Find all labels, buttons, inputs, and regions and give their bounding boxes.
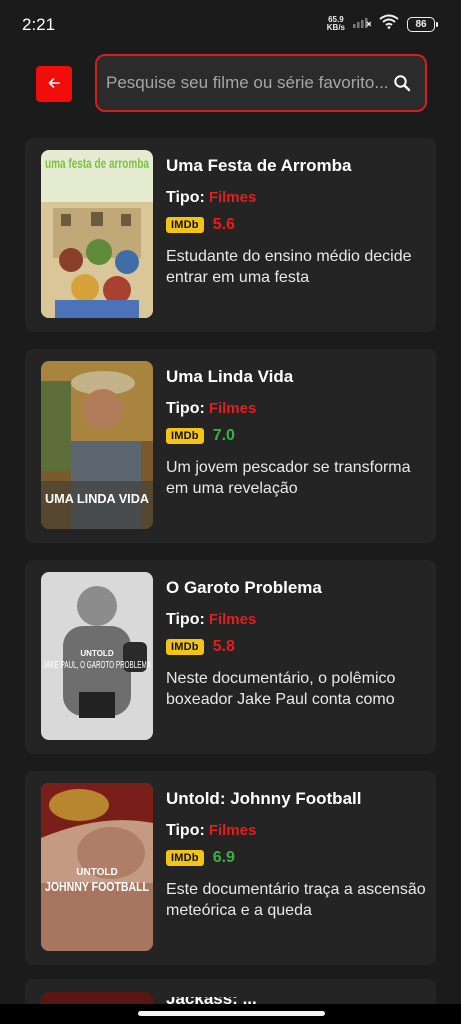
imdb-badge: IMDb <box>166 428 204 444</box>
imdb-badge: IMDb <box>166 850 204 866</box>
imdb-badge: IMDb <box>166 217 204 233</box>
search-box[interactable] <box>95 54 427 112</box>
movie-poster[interactable]: UNTOLD JOHNNY FOOTBALL <box>41 783 153 951</box>
status-icons: 65.9 KB/s 86 <box>326 14 438 34</box>
movie-title[interactable]: Untold: Johnny Football <box>166 789 428 809</box>
movie-poster[interactable]: UMA LINDA VIDA <box>41 361 153 529</box>
movie-type-row: Tipo: Filmes <box>166 611 428 629</box>
status-bar: 2:21 65.9 KB/s 86 <box>0 0 461 46</box>
movie-info: Untold: Johnny Football Tipo: Filmes IMDb… <box>166 789 428 921</box>
movie-info: Uma Festa de Arromba Tipo: Filmes IMDb 5.… <box>166 156 428 288</box>
imdb-rating: 5.8 <box>212 638 235 655</box>
battery-icon: 86 <box>407 16 438 32</box>
rating-row: IMDb 7.0 <box>166 427 428 445</box>
type-label: Tipo: <box>166 611 205 628</box>
movie-poster[interactable]: UNTOLD JAKE PAUL, O GAROTO PROBLEMA <box>41 572 153 740</box>
movie-type-row: Tipo: Filmes <box>166 822 428 840</box>
imdb-rating: 6.9 <box>212 849 235 866</box>
search-icon[interactable] <box>391 72 413 94</box>
imdb-rating: 5.6 <box>212 216 235 233</box>
poster-title-text: JAKE PAUL, O GAROTO PROBLEMA <box>43 660 151 671</box>
movie-description: Um jovem pescador se transforma em uma r… <box>166 459 411 497</box>
movie-type-row: Tipo: Filmes <box>166 189 428 207</box>
type-value: Filmes <box>208 189 257 206</box>
network-speed: 65.9 KB/s <box>326 15 345 32</box>
search-input[interactable] <box>106 73 391 93</box>
poster-label-text: UNTOLD <box>80 649 113 658</box>
arrow-left-icon <box>48 75 60 93</box>
movie-description: Neste documentário, o polêmico boxeador … <box>166 670 396 708</box>
poster-label-text: UNTOLD <box>76 867 117 878</box>
movie-poster[interactable]: uma festa de arromba <box>41 150 153 318</box>
rating-row: IMDb 5.8 <box>166 638 428 656</box>
movie-title[interactable]: O Garoto Problema <box>166 578 428 598</box>
home-gesture-handle[interactable] <box>138 1011 325 1016</box>
imdb-badge: IMDb <box>166 639 204 655</box>
movie-title[interactable]: Uma Festa de Arromba <box>166 156 428 176</box>
movie-description: Este documentário traça a ascensão meteó… <box>166 881 426 919</box>
movie-card[interactable]: UMA LINDA VIDA Uma Linda Vida Tipo: Filme… <box>25 349 436 543</box>
movie-card[interactable]: UNTOLD JOHNNY FOOTBALL Untold: Johnny Fo… <box>25 771 436 965</box>
type-value: Filmes <box>208 400 257 417</box>
imdb-rating: 7.0 <box>212 427 235 444</box>
movie-type-row: Tipo: Filmes <box>166 400 428 418</box>
movie-title[interactable]: Uma Linda Vida <box>166 367 428 387</box>
type-label: Tipo: <box>166 400 205 417</box>
movie-card[interactable]: uma festa de arromba Uma Festa de Arromb… <box>25 138 436 332</box>
poster-title-text: UMA LINDA VIDA <box>45 491 150 506</box>
back-button[interactable] <box>36 66 72 102</box>
status-time: 2:21 <box>22 15 56 34</box>
movie-info: Uma Linda Vida Tipo: Filmes IMDb 7.0 Um j… <box>166 367 428 499</box>
poster-title-text: JOHNNY FOOTBALL <box>45 879 149 894</box>
type-label: Tipo: <box>166 822 205 839</box>
rating-row: IMDb 5.6 <box>166 216 428 234</box>
poster-title-text: uma festa de arromba <box>45 155 149 171</box>
type-value: Filmes <box>208 822 257 839</box>
signal-icon <box>353 15 372 33</box>
movie-info: O Garoto Problema Tipo: Filmes IMDb 5.8 N… <box>166 578 428 710</box>
movie-description: Estudante do ensino médio decide entrar … <box>166 248 412 286</box>
wifi-icon <box>379 14 399 34</box>
type-label: Tipo: <box>166 189 205 206</box>
rating-row: IMDb 6.9 <box>166 849 428 867</box>
type-value: Filmes <box>208 611 257 628</box>
movie-card[interactable]: UNTOLD JAKE PAUL, O GAROTO PROBLEMA O Ga… <box>25 560 436 754</box>
